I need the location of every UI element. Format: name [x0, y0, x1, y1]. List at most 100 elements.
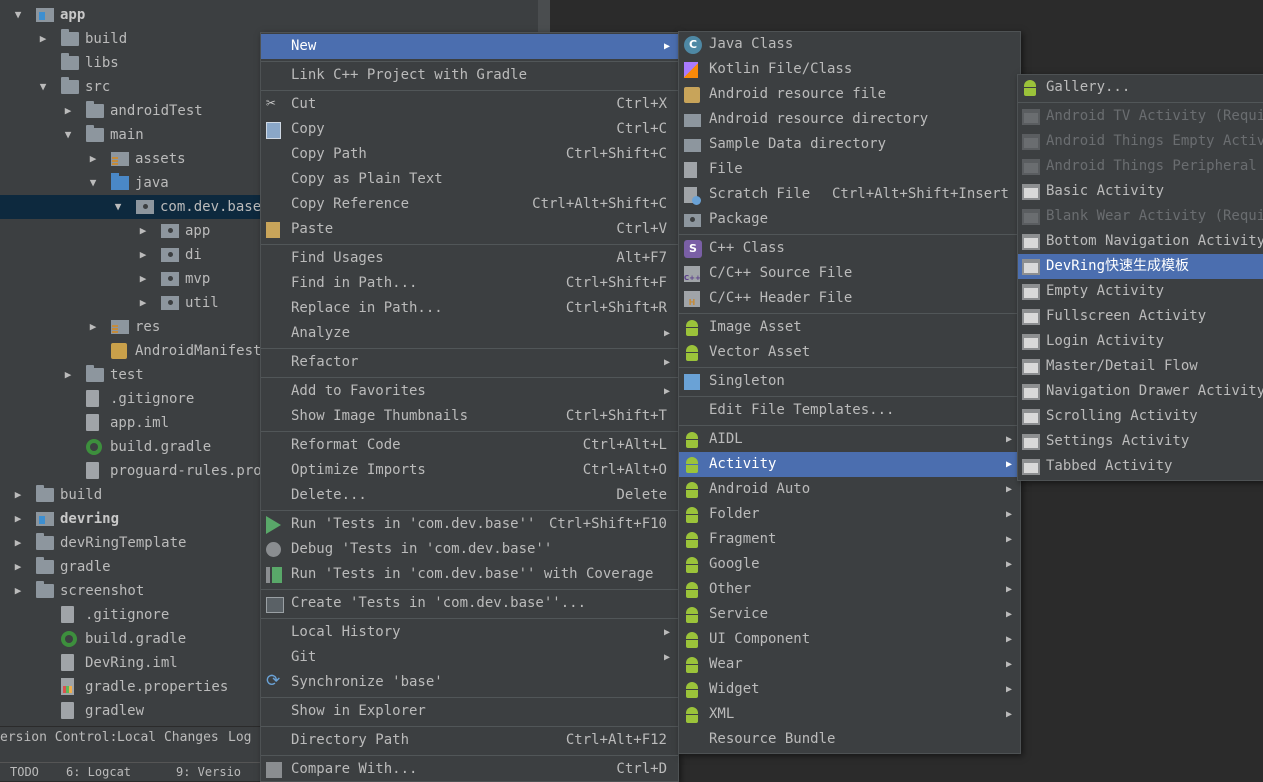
menu-separator [261, 244, 678, 245]
logcat-tab[interactable]: 6: Logcat [66, 763, 131, 781]
collapsed-arrow-icon[interactable]: ▶ [11, 483, 25, 507]
menu-item-link-c-project-with-gradle[interactable]: Link C++ Project with Gradle [261, 63, 678, 88]
menu-item-tabbed-activity[interactable]: Tabbed Activity [1018, 454, 1263, 479]
menu-item-cut[interactable]: ✂ Cut Ctrl+X [261, 92, 678, 117]
menu-item-android-resource-file[interactable]: Android resource file [679, 82, 1020, 107]
collapsed-arrow-icon[interactable]: ▶ [11, 555, 25, 579]
menu-item-add-to-favorites[interactable]: Add to Favorites ▶ [261, 379, 678, 404]
menu-item-debug-tests-in-com-dev-base[interactable]: Debug 'Tests in 'com.dev.base'' [261, 537, 678, 562]
menu-item-resource-bundle[interactable]: Resource Bundle [679, 727, 1020, 752]
menu-item-analyze[interactable]: Analyze ▶ [261, 321, 678, 346]
package-icon [136, 200, 154, 214]
expanded-arrow-icon[interactable]: ▼ [111, 195, 125, 219]
menu-item-show-in-explorer[interactable]: Show in Explorer [261, 699, 678, 724]
menu-item-copy-as-plain-text[interactable]: Copy as Plain Text [261, 167, 678, 192]
collapsed-arrow-icon[interactable]: ▶ [11, 531, 25, 555]
menu-item-run-tests-in-com-dev-base[interactable]: Run 'Tests in 'com.dev.base'' Ctrl+Shift+… [261, 512, 678, 537]
expanded-arrow-icon[interactable]: ▼ [61, 123, 75, 147]
collapsed-arrow-icon[interactable]: ▶ [36, 27, 50, 51]
menu-item-synchronize-base[interactable]: ⟳ Synchronize 'base' [261, 670, 678, 695]
menu-item-replace-in-path[interactable]: Replace in Path... Ctrl+Shift+R [261, 296, 678, 321]
tab-local-changes[interactable]: Local Changes [117, 727, 219, 749]
menu-item-sample-data-directory[interactable]: Sample Data directory [679, 132, 1020, 157]
activity-template-icon [1022, 209, 1040, 225]
menu-item-new[interactable]: New ▶ [261, 34, 678, 59]
menu-item-delete[interactable]: Delete... Delete [261, 483, 678, 508]
menu-item-scratch-file[interactable]: Scratch File Ctrl+Alt+Shift+Insert [679, 182, 1020, 207]
menu-item-basic-activity[interactable]: Basic Activity [1018, 179, 1263, 204]
menu-item-directory-path[interactable]: Directory Path Ctrl+Alt+F12 [261, 728, 678, 753]
menu-item-find-usages[interactable]: Find Usages Alt+F7 [261, 246, 678, 271]
collapsed-arrow-icon[interactable]: ▶ [136, 291, 150, 315]
menu-item-other[interactable]: Other ▶ [679, 577, 1020, 602]
menu-item-android-auto[interactable]: Android Auto ▶ [679, 477, 1020, 502]
menu-item-optimize-imports[interactable]: Optimize Imports Ctrl+Alt+O [261, 458, 678, 483]
collapsed-arrow-icon[interactable]: ▶ [11, 507, 25, 531]
submenu-arrow-icon: ▶ [1005, 659, 1012, 670]
menu-item-git[interactable]: Git ▶ [261, 645, 678, 670]
menu-item-run-tests-in-com-dev-base-with-coverage[interactable]: Run 'Tests in 'com.dev.base'' with Cover… [261, 562, 678, 587]
menu-item-package[interactable]: Package [679, 207, 1020, 232]
expanded-arrow-icon[interactable]: ▼ [86, 171, 100, 195]
menu-item-navigation-drawer-activity[interactable]: Navigation Drawer Activity [1018, 379, 1263, 404]
activity-template-icon [1022, 284, 1040, 300]
expanded-arrow-icon[interactable]: ▼ [36, 75, 50, 99]
menu-item-file[interactable]: File [679, 157, 1020, 182]
folder-icon [86, 125, 104, 142]
menu-item-kotlin-file-class[interactable]: Kotlin File/Class [679, 57, 1020, 82]
menu-item-copy-path[interactable]: Copy Path Ctrl+Shift+C [261, 142, 678, 167]
collapsed-arrow-icon[interactable]: ▶ [136, 243, 150, 267]
menu-item-empty-activity[interactable]: Empty Activity [1018, 279, 1263, 304]
collapsed-arrow-icon[interactable]: ▶ [11, 579, 25, 603]
menu-item-copy[interactable]: Copy Ctrl+C [261, 117, 678, 142]
menu-item-service[interactable]: Service ▶ [679, 602, 1020, 627]
menu-item-c-c-source-file[interactable]: C++ C/C++ Source File [679, 261, 1020, 286]
menu-item-scrolling-activity[interactable]: Scrolling Activity [1018, 404, 1263, 429]
menu-item-paste[interactable]: Paste Ctrl+V [261, 217, 678, 242]
menu-item-android-resource-directory[interactable]: Android resource directory [679, 107, 1020, 132]
menu-item-gallery[interactable]: Gallery... [1018, 75, 1263, 100]
menu-item-copy-reference[interactable]: Copy Reference Ctrl+Alt+Shift+C [261, 192, 678, 217]
collapsed-arrow-icon[interactable]: ▶ [136, 267, 150, 291]
collapsed-arrow-icon[interactable]: ▶ [86, 147, 100, 171]
collapsed-arrow-icon[interactable]: ▶ [61, 363, 75, 387]
expanded-arrow-icon[interactable]: ▼ [11, 3, 25, 27]
menu-item-wear[interactable]: Wear ▶ [679, 652, 1020, 677]
menu-item-show-image-thumbnails[interactable]: Show Image Thumbnails Ctrl+Shift+T [261, 404, 678, 429]
menu-item-c-c-header-file[interactable]: H C/C++ Header File [679, 286, 1020, 311]
menu-item-edit-file-templates[interactable]: Edit File Templates... [679, 398, 1020, 423]
tree-node-app[interactable]: ▼ app [0, 3, 550, 27]
collapsed-arrow-icon[interactable]: ▶ [61, 99, 75, 123]
collapsed-arrow-icon[interactable]: ▶ [86, 315, 100, 339]
gradle-icon [61, 631, 77, 647]
menu-item-c-class[interactable]: S C++ Class [679, 236, 1020, 261]
menu-item-master-detail-flow[interactable]: Master/Detail Flow [1018, 354, 1263, 379]
menu-item-find-in-path[interactable]: Find in Path... Ctrl+Shift+F [261, 271, 678, 296]
menu-item-devring快速生成模板[interactable]: DevRing快速生成模板 [1018, 254, 1263, 279]
menu-item-settings-activity[interactable]: Settings Activity [1018, 429, 1263, 454]
menu-item-aidl[interactable]: AIDL ▶ [679, 427, 1020, 452]
menu-item-reformat-code[interactable]: Reformat Code Ctrl+Alt+L [261, 433, 678, 458]
menu-item-google[interactable]: Google ▶ [679, 552, 1020, 577]
menu-item-vector-asset[interactable]: Vector Asset [679, 340, 1020, 365]
menu-item-fragment[interactable]: Fragment ▶ [679, 527, 1020, 552]
tab-log[interactable]: Log [228, 727, 251, 749]
menu-item-folder[interactable]: Folder ▶ [679, 502, 1020, 527]
menu-item-fullscreen-activity[interactable]: Fullscreen Activity [1018, 304, 1263, 329]
todo-tab[interactable]: TODO [10, 763, 39, 781]
menu-item-singleton[interactable]: Singleton [679, 369, 1020, 394]
menu-item-compare-with[interactable]: Compare With... Ctrl+D [261, 757, 678, 782]
menu-item-java-class[interactable]: C Java Class [679, 32, 1020, 57]
menu-item-refactor[interactable]: Refactor ▶ [261, 350, 678, 375]
version-control-tab[interactable]: 9: Versio [176, 763, 241, 781]
collapsed-arrow-icon[interactable]: ▶ [136, 219, 150, 243]
menu-item-ui-component[interactable]: UI Component ▶ [679, 627, 1020, 652]
menu-item-bottom-navigation-activity[interactable]: Bottom Navigation Activity [1018, 229, 1263, 254]
menu-item-xml[interactable]: XML ▶ [679, 702, 1020, 727]
menu-item-widget[interactable]: Widget ▶ [679, 677, 1020, 702]
menu-item-create-tests-in-com-dev-base[interactable]: Create 'Tests in 'com.dev.base''... [261, 591, 678, 616]
menu-item-login-activity[interactable]: Login Activity [1018, 329, 1263, 354]
menu-item-image-asset[interactable]: Image Asset [679, 315, 1020, 340]
menu-item-local-history[interactable]: Local History ▶ [261, 620, 678, 645]
menu-item-activity[interactable]: Activity ▶ [679, 452, 1020, 477]
